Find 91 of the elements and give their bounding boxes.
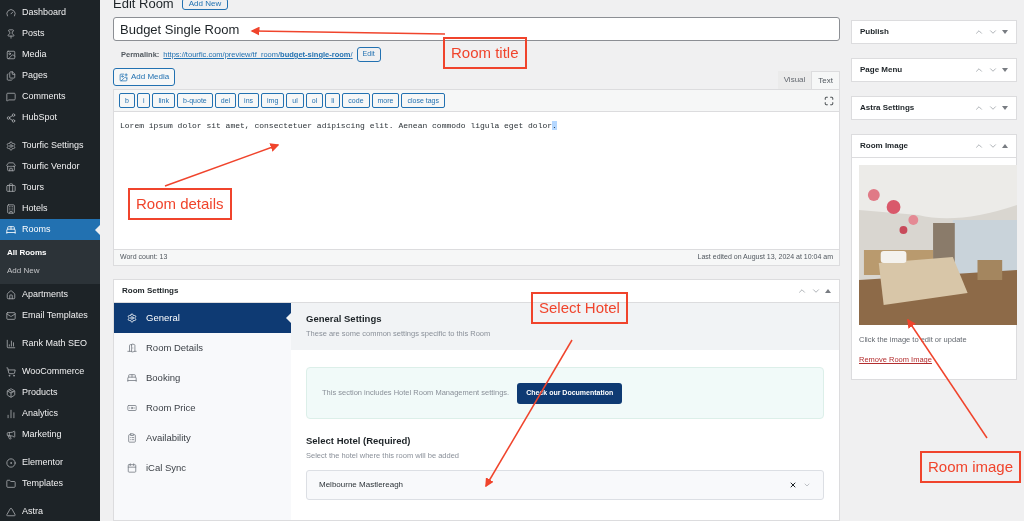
sidebar-item[interactable]: Tourfic Settings xyxy=(0,135,100,156)
submenu-item[interactable]: Add New xyxy=(0,262,100,280)
sidebar-item[interactable]: Hotels xyxy=(0,198,100,219)
annotation-label: Select Hotel xyxy=(531,292,628,324)
settings-tab[interactable]: General xyxy=(114,303,291,333)
expand-icon[interactable] xyxy=(1002,106,1008,110)
box-icon xyxy=(6,387,16,398)
expand-icon[interactable] xyxy=(1002,68,1008,72)
box-title: Astra Settings xyxy=(860,102,915,114)
box-title: Room Image xyxy=(860,140,908,152)
sidebar-item[interactable]: WooCommerce xyxy=(0,361,100,382)
add-new-button[interactable]: Add New xyxy=(181,0,229,10)
sidebar-item[interactable]: Email Templates xyxy=(0,305,100,326)
sidebar-item[interactable]: Tourfic Vendor xyxy=(0,156,100,177)
box-title: Room Settings xyxy=(122,285,179,297)
cart-icon xyxy=(6,366,16,377)
sidebar-item[interactable]: Analytics xyxy=(0,403,100,424)
sidebar-item[interactable]: Templates xyxy=(0,473,100,494)
media-icon xyxy=(6,49,16,60)
move-down-icon[interactable] xyxy=(811,286,821,296)
settings-tab[interactable]: iCal Sync xyxy=(114,453,291,483)
annotation-label: Room title xyxy=(443,37,527,69)
sidebar-item[interactable]: Marketing xyxy=(0,424,100,445)
fullscreen-icon[interactable] xyxy=(824,95,834,106)
sidebar-item[interactable]: Media xyxy=(0,44,100,65)
sidebar-item[interactable]: Products xyxy=(0,382,100,403)
field-label: Select Hotel (Required) xyxy=(306,434,412,448)
mail-icon xyxy=(6,310,16,321)
editor-tab[interactable]: Visual xyxy=(777,71,812,89)
pages-icon xyxy=(6,70,16,81)
sidebar-item[interactable]: Pages xyxy=(0,65,100,86)
move-down-icon[interactable] xyxy=(988,65,998,75)
settings-tab[interactable]: Availability xyxy=(114,423,291,453)
sidebar-item[interactable]: Rank Math SEO xyxy=(0,333,100,354)
megaphone-icon xyxy=(6,429,16,440)
box-title: Publish xyxy=(860,26,889,38)
clipboard-icon xyxy=(127,433,137,443)
door-icon xyxy=(127,343,137,353)
folder-icon xyxy=(6,478,16,489)
sidebar-item[interactable]: Apartments xyxy=(0,284,100,305)
calendar-icon xyxy=(127,463,137,473)
expand-icon[interactable] xyxy=(1002,30,1008,34)
settings-tab[interactable]: Room Price xyxy=(114,393,291,423)
sidebar-item[interactable]: Comments xyxy=(0,86,100,107)
bed-icon xyxy=(6,224,16,235)
move-up-icon[interactable] xyxy=(974,65,984,75)
triangle-icon xyxy=(6,506,16,517)
comment-icon xyxy=(6,91,16,102)
move-up-icon[interactable] xyxy=(974,141,984,151)
settings-tab[interactable]: Booking xyxy=(114,363,291,393)
chart-icon xyxy=(6,338,16,349)
banknote-icon xyxy=(127,403,137,413)
annotation-label: Room details xyxy=(128,188,232,220)
move-up-icon[interactable] xyxy=(974,27,984,37)
section-title: General Settings xyxy=(306,312,383,326)
move-down-icon[interactable] xyxy=(988,103,998,113)
pin-icon xyxy=(6,28,16,39)
current-pointer-icon xyxy=(95,225,100,235)
sidebar-item[interactable]: Elementor xyxy=(0,452,100,473)
annotation-label: Room image xyxy=(920,451,1022,483)
editor-text: Lorem ipsum dolor sit amet, consectetuer adipiscing elit. Aenean commodo ligula eget dolor. xyxy=(120,121,557,130)
house-icon xyxy=(6,289,16,300)
sidebar-item[interactable]: Astra xyxy=(0,501,100,521)
gear-icon xyxy=(127,313,137,323)
media-icon xyxy=(119,72,128,82)
collapse-icon[interactable] xyxy=(825,289,831,293)
add-media-button[interactable]: Add Media xyxy=(113,68,176,86)
sidebar-item[interactable]: Posts xyxy=(0,23,100,44)
circle-icon xyxy=(6,457,16,468)
move-up-icon[interactable] xyxy=(974,103,984,113)
bar-chart-icon xyxy=(6,408,16,419)
editor-tab[interactable]: Text xyxy=(811,71,840,89)
sidebar-item[interactable]: Tours xyxy=(0,177,100,198)
sidebar-item[interactable]: Dashboard xyxy=(0,2,100,23)
sidebar-item[interactable]: Rooms xyxy=(0,219,100,240)
collapse-icon[interactable] xyxy=(1002,144,1008,148)
clear-icon[interactable] xyxy=(789,480,797,489)
suitcase-icon xyxy=(6,182,16,193)
bed-icon xyxy=(127,373,137,383)
move-up-icon[interactable] xyxy=(797,286,807,296)
sidebar-item[interactable]: HubSpot xyxy=(0,107,100,128)
box-title: Page Menu xyxy=(860,64,903,76)
title-field[interactable]: Budget Single Room xyxy=(113,17,840,41)
move-down-icon[interactable] xyxy=(988,27,998,37)
settings-icon xyxy=(6,140,16,151)
settings-tab[interactable]: Room Details xyxy=(114,333,291,363)
move-down-icon[interactable] xyxy=(988,141,998,151)
dashboard-icon xyxy=(6,7,16,18)
building-icon xyxy=(6,203,16,214)
submenu-item[interactable]: All Rooms xyxy=(0,244,100,262)
hotel-select[interactable]: Melbourne Mastlereagh xyxy=(306,469,824,500)
